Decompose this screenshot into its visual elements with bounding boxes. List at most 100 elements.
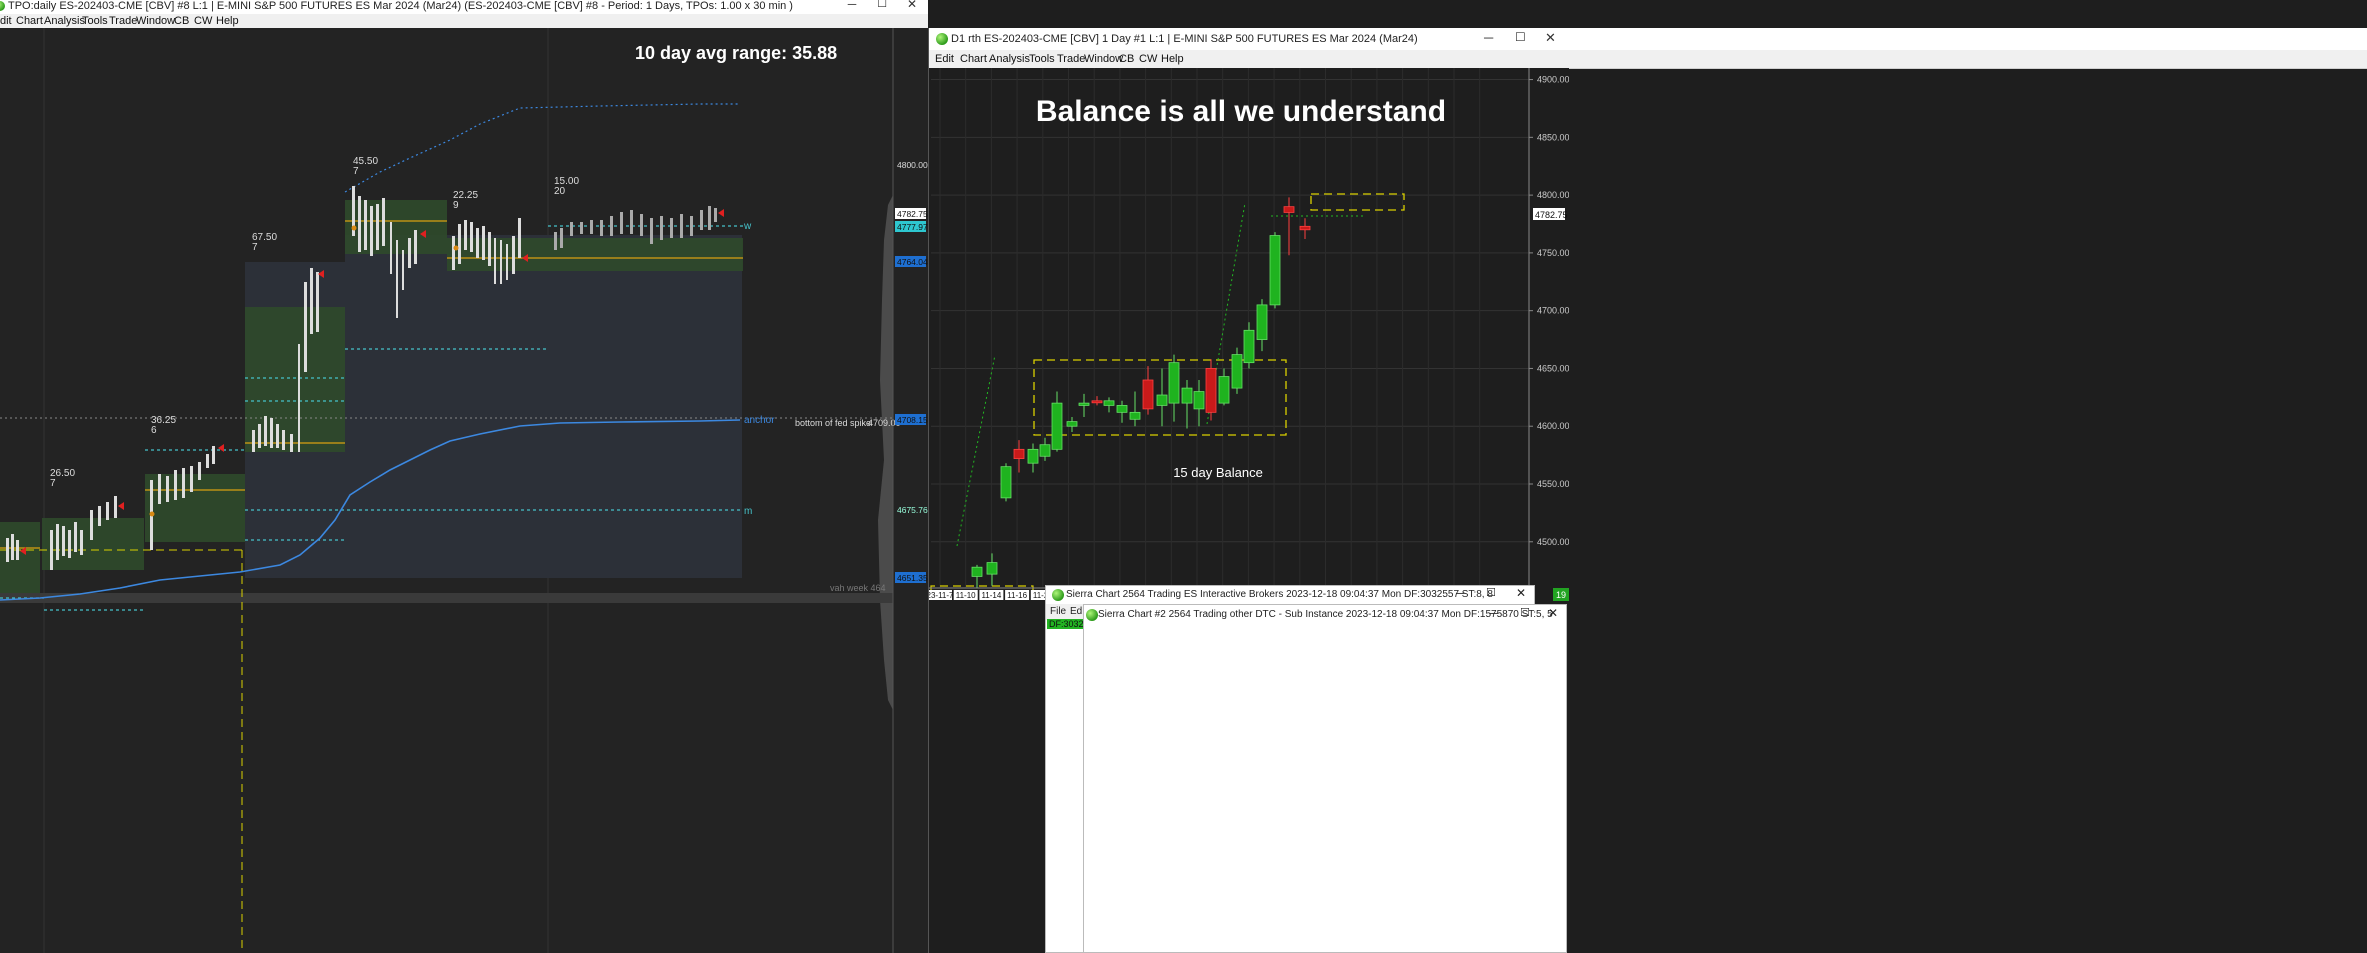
- sierra-main-minimize[interactable]: ─: [1456, 586, 1465, 600]
- daily-window-titlebar[interactable]: D1 rth ES-202403-CME [CBV] 1 Day #1 L:1 …: [929, 28, 2367, 50]
- candle-body: [1231, 354, 1243, 389]
- daily-close-button[interactable]: ✕: [1545, 30, 1556, 46]
- daily-menu-bar: Edit Chart Analysis Tools Trade Window C…: [929, 50, 2367, 69]
- candle-body: [1000, 466, 1012, 499]
- candle-body: [1243, 329, 1255, 364]
- app-icon: [1086, 609, 1098, 621]
- sierra-sub-titlebar[interactable]: Sierra Chart #2 2564 Trading other DTC -…: [1084, 605, 1566, 625]
- candle-body: [1039, 444, 1051, 457]
- tpo-close-button[interactable]: ✕: [898, 0, 926, 10]
- price-label-blue2: 4708.15: [897, 415, 928, 425]
- price-tick-label: 4750.00: [1537, 248, 1569, 258]
- price-tick-label: 4700.00: [1537, 306, 1569, 316]
- menu-window[interactable]: Window: [1084, 53, 1123, 65]
- price-tick-label: 4800.00: [1537, 190, 1569, 200]
- menu-help[interactable]: Help: [216, 15, 239, 27]
- menu-cb[interactable]: CB: [1119, 53, 1134, 65]
- fed-spike-label: bottom of fed spike: [795, 418, 871, 428]
- price-label-blue3: 4651.35: [897, 573, 928, 583]
- menu-window[interactable]: Window: [136, 15, 175, 27]
- candle-body: [1156, 394, 1168, 406]
- sierra-main-title: Sierra Chart 2564 Trading ES Interactive…: [1066, 589, 1493, 600]
- candle-body: [1091, 400, 1103, 404]
- candle-body: [1269, 235, 1281, 306]
- price-tick-label: 4850.00: [1537, 132, 1569, 142]
- menu-analysis[interactable]: Analysis: [989, 53, 1030, 65]
- balance-label: 15 day Balance: [1173, 465, 1263, 480]
- range-count-2: 6: [151, 425, 157, 436]
- candle-body: [1193, 391, 1205, 410]
- candle-body: [1283, 206, 1295, 213]
- range-count-4: 7: [353, 166, 359, 177]
- menu-trade[interactable]: Trade: [109, 15, 137, 27]
- range-count-3: 7: [252, 242, 258, 253]
- sierra-sub-maximize[interactable]: ☐: [1520, 606, 1530, 619]
- date-tick-label: 23-11-7: [929, 591, 954, 600]
- price-label-m: 4675.76: [897, 505, 928, 515]
- daily-window-title: D1 rth ES-202403-CME [CBV] 1 Day #1 L:1 …: [951, 33, 1418, 45]
- tpo-minimize-button[interactable]: ─: [838, 0, 866, 10]
- price-label-4800: 4800.00: [897, 160, 928, 170]
- price-tick-label: 4600.00: [1537, 421, 1569, 431]
- candle-body: [1205, 368, 1217, 413]
- tpo-menu-bar: dit Chart Analysis Tools Trade Window CB…: [0, 14, 928, 29]
- candle-body: [1027, 448, 1039, 464]
- candle-body: [1181, 387, 1193, 404]
- menu-help[interactable]: Help: [1161, 53, 1184, 65]
- minimize-icon[interactable]: [1264, 0, 1310, 14]
- m-level-label: m: [744, 506, 752, 517]
- menu-edit[interactable]: Edit: [935, 53, 954, 65]
- menu-cb[interactable]: CB: [174, 15, 189, 27]
- daily-minimize-button[interactable]: ─: [1484, 30, 1493, 45]
- candle-body: [1142, 379, 1154, 410]
- candlestick-chart[interactable]: 4500.00 4550.00 4600.00 4650.00 4700.00 4750.…: [929, 68, 1569, 601]
- menu-trade[interactable]: Trade: [1057, 53, 1085, 65]
- price-label-blue1: 4764.04: [897, 257, 928, 267]
- candle-body: [1103, 400, 1115, 406]
- candle-body: [971, 566, 983, 577]
- sierra-main-titlebar[interactable]: Sierra Chart 2564 Trading ES Interactive…: [1046, 586, 1534, 604]
- price-tick-label: 4900.00: [1537, 75, 1569, 85]
- sierra-main-maximize[interactable]: ☐: [1486, 586, 1496, 599]
- sierra-sub-close[interactable]: ✕: [1548, 606, 1558, 620]
- range-count-6: 20: [554, 186, 566, 197]
- tpo-chart-window: TPO:daily ES-202403-CME [CBV] #8 L:1 | E…: [0, 0, 928, 953]
- candle-body: [1013, 448, 1025, 459]
- last-price-label: 4782.75: [1535, 210, 1568, 220]
- menu-chart[interactable]: Chart: [960, 53, 987, 65]
- tpo-chart-canvas[interactable]: 26.50 7 36.25 6 67.50 7 45.50 7 22.25 9 …: [0, 28, 928, 953]
- menu-file[interactable]: File: [1050, 606, 1066, 617]
- menu-chart[interactable]: Chart: [16, 15, 43, 27]
- menu-cw[interactable]: CW: [1139, 53, 1157, 65]
- avg-range-headline: 10 day avg range: 35.88: [635, 43, 837, 63]
- balance-headline: Balance is all we understand: [1036, 95, 1446, 128]
- candle-body: [1066, 421, 1078, 427]
- date-tick-label: 11-16: [1007, 591, 1027, 600]
- candle-body: [1078, 402, 1090, 406]
- candle-body: [1256, 304, 1268, 340]
- menu-analysis[interactable]: Analysis: [44, 15, 85, 27]
- tpo-maximize-button[interactable]: ☐: [868, 0, 896, 10]
- candle-body: [1168, 362, 1180, 404]
- tpo-window-titlebar[interactable]: TPO:daily ES-202403-CME [CBV] #8 L:1 | E…: [0, 0, 928, 14]
- menu-tools[interactable]: Tools: [1029, 53, 1055, 65]
- app-icon: [1052, 589, 1064, 601]
- price-tick-label: 4500.00: [1537, 537, 1569, 547]
- sierra-sub-title: Sierra Chart #2 2564 Trading other DTC -…: [1098, 609, 1553, 620]
- menu-tools[interactable]: Tools: [82, 15, 108, 27]
- menu-edit[interactable]: Ed: [1070, 606, 1082, 617]
- corner-badge: 19: [1556, 590, 1566, 600]
- candle-body: [1218, 376, 1230, 404]
- sierra-sub-minimize[interactable]: ─: [1490, 606, 1499, 620]
- range-count-1: 7: [50, 478, 56, 489]
- price-label-cyan: 4777.97: [897, 222, 928, 232]
- menu-cw[interactable]: CW: [194, 15, 212, 27]
- date-tick-label: 11-14: [981, 591, 1001, 600]
- sierra-sub-window[interactable]: Sierra Chart #2 2564 Trading other DTC -…: [1083, 604, 1567, 953]
- candle-body: [1129, 411, 1141, 420]
- menu-edit[interactable]: dit: [0, 15, 12, 27]
- sierra-main-close[interactable]: ✕: [1516, 586, 1526, 600]
- daily-maximize-button[interactable]: ☐: [1515, 30, 1526, 44]
- candle-body: [1116, 405, 1128, 413]
- date-tick-label: 11-10: [956, 591, 976, 600]
